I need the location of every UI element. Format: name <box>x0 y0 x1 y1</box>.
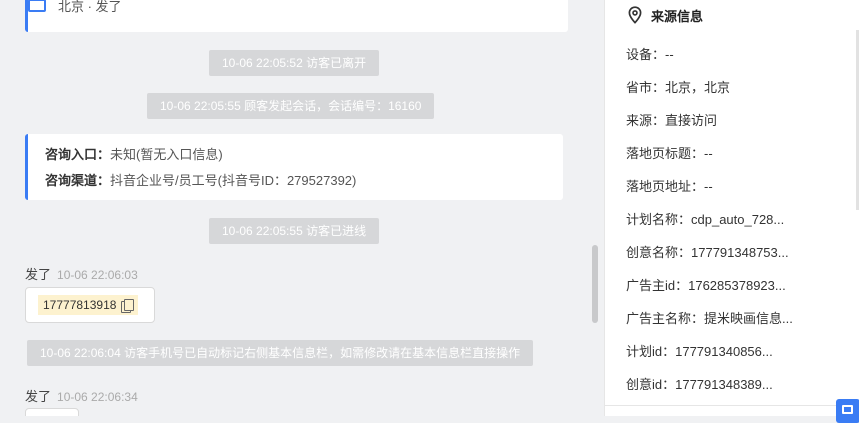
message-bubble <box>25 408 79 416</box>
message-meta: 发了 10-06 22:06:34 <box>25 386 138 405</box>
source-info-panel: 来源信息 设备：-- 省市：北京，北京 来源：直接访问 落地页标题：-- 落地页… <box>604 0 859 416</box>
panel-divider <box>605 405 859 406</box>
chat-toggle-icon <box>842 405 853 414</box>
system-message-visitor-entered: 10-06 22:05:55 访客已进线 <box>209 218 380 244</box>
channel-label: 咨询渠道： <box>45 173 111 188</box>
message-time: 10-06 22:06:03 <box>57 268 138 282</box>
session-entry-card: 咨询入口：未知(暂无入口信息) 咨询渠道：抖音企业号/员工号(抖音号ID：279… <box>25 134 563 200</box>
system-message-auto-mark: 10-06 22:06:04 访客手机号已自动标记右侧基本信息栏，如需修改请在基… <box>27 340 534 366</box>
entry-label: 咨询入口： <box>45 147 111 162</box>
chat-scrollbar[interactable] <box>592 245 598 323</box>
field-device: 设备：-- <box>626 47 674 62</box>
location-pin-icon <box>628 6 642 24</box>
system-message-session-start: 10-06 22:05:55 顾客发起会话，会话编号：16160 <box>147 93 435 119</box>
field-advertiser-name: 广告主名称：提米映画信息... <box>626 311 793 326</box>
chat-window-icon <box>28 0 46 12</box>
chat-area: 北京 · 发了 10-06 22:05:52 访客已离开 10-06 22:05… <box>0 0 604 416</box>
panel-header: 来源信息 <box>627 4 703 26</box>
phone-number: 17777813918 <box>43 298 117 312</box>
field-creative-name: 创意名称：177791348753... <box>626 245 789 260</box>
chat-toggle-button[interactable] <box>836 399 859 423</box>
system-message-visitor-left: 10-06 22:05:52 访客已离开 <box>209 50 380 76</box>
message-meta: 发了 10-06 22:06:03 <box>25 264 138 283</box>
field-plan-id: 计划id：177791340856... <box>626 344 773 359</box>
field-advertiser-id: 广告主id：176285378923... <box>626 278 786 293</box>
sender-name: 发了 <box>25 267 52 282</box>
field-landing-url: 落地页地址：-- <box>626 179 713 194</box>
entry-line: 咨询入口：未知(暂无入口信息) <box>45 144 563 170</box>
message-bubble: 17777813918 <box>25 287 155 323</box>
channel-line: 咨询渠道：抖音企业号/员工号(抖音号ID：279527392) <box>45 170 563 196</box>
sender-name: 发了 <box>25 389 52 404</box>
field-province-city: 省市：北京，北京 <box>626 80 731 95</box>
panel-title: 来源信息 <box>651 8 704 24</box>
channel-value: 抖音企业号/员工号(抖音号ID：279527392) <box>110 173 357 188</box>
entry-value: 未知(暂无入口信息) <box>110 147 223 162</box>
field-source: 来源：直接访问 <box>626 113 718 128</box>
phone-number-chip[interactable]: 17777813918 <box>38 295 139 315</box>
copy-icon[interactable] <box>121 298 135 313</box>
visitor-header-card: 北京 · 发了 <box>25 0 568 32</box>
visitor-location: 北京 · 发了 <box>58 0 122 14</box>
field-creative-id: 创意id：177791348389... <box>626 377 773 392</box>
field-landing-title: 落地页标题：-- <box>626 146 713 161</box>
message-time: 10-06 22:06:34 <box>57 390 138 404</box>
field-plan-name: 计划名称：cdp_auto_728... <box>626 212 785 227</box>
